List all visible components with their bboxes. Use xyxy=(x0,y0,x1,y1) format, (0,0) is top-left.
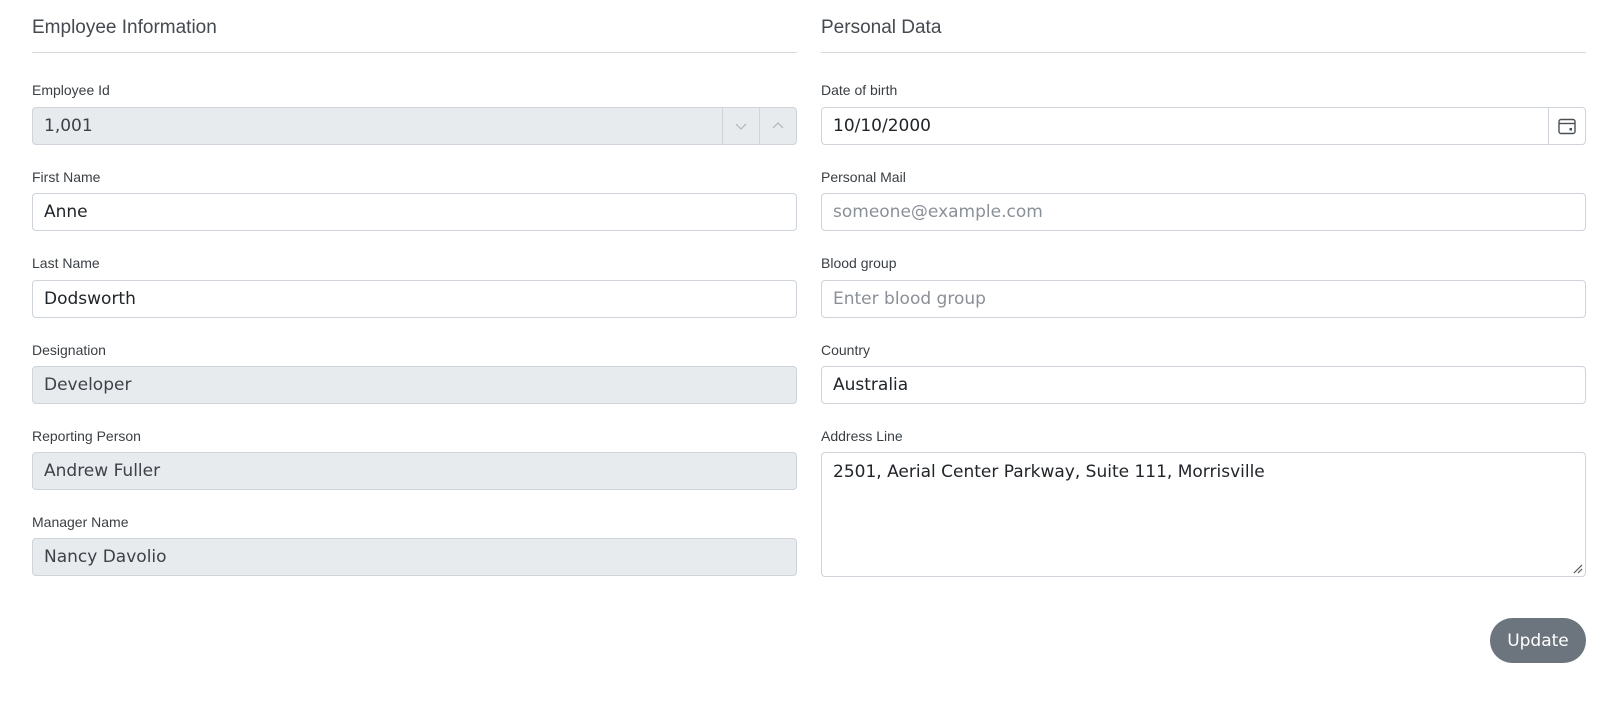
date-of-birth-input[interactable]: 10/10/2000 xyxy=(821,107,1586,145)
manager-name-field: Nancy Davolio xyxy=(32,538,797,576)
blood-group-input[interactable]: Enter blood group xyxy=(821,280,1586,318)
employee-information-section: Employee Information Employee Id 1,001 F… xyxy=(32,0,797,576)
reporting-person-field: Andrew Fuller xyxy=(32,452,797,490)
personal-data-heading: Personal Data xyxy=(821,0,1586,53)
date-of-birth-label: Date of birth xyxy=(821,82,898,98)
address-line-textarea[interactable]: 2501, Aerial Center Parkway, Suite 111, … xyxy=(821,452,1586,577)
first-name-label: First Name xyxy=(32,169,101,185)
manager-name-label: Manager Name xyxy=(32,514,129,530)
address-line-label: Address Line xyxy=(821,428,903,444)
first-name-value: Anne xyxy=(44,202,88,222)
update-button[interactable]: Update xyxy=(1490,618,1586,663)
personal-mail-placeholder: someone@example.com xyxy=(833,202,1043,222)
date-picker-button[interactable] xyxy=(1548,108,1585,144)
employee-information-heading: Employee Information xyxy=(32,0,797,53)
blood-group-label: Blood group xyxy=(821,255,897,271)
manager-name-value: Nancy Davolio xyxy=(44,547,167,567)
reporting-person-label: Reporting Person xyxy=(32,428,141,444)
employee-id-value: 1,001 xyxy=(44,116,93,136)
country-input[interactable]: Australia xyxy=(821,366,1586,404)
spin-up-button xyxy=(759,108,796,144)
designation-label: Designation xyxy=(32,342,106,358)
blood-group-placeholder: Enter blood group xyxy=(833,289,986,309)
designation-field: Developer xyxy=(32,366,797,404)
first-name-input[interactable]: Anne xyxy=(32,193,797,231)
chevron-down-icon xyxy=(735,123,747,130)
last-name-input[interactable]: Dodsworth xyxy=(32,280,797,318)
employee-id-label: Employee Id xyxy=(32,82,110,98)
date-of-birth-value: 10/10/2000 xyxy=(833,116,931,136)
country-label: Country xyxy=(821,342,871,358)
employee-id-spinner xyxy=(722,108,796,144)
personal-mail-label: Personal Mail xyxy=(821,169,906,185)
calendar-icon xyxy=(1558,118,1576,135)
last-name-label: Last Name xyxy=(32,255,100,271)
personal-mail-input[interactable]: someone@example.com xyxy=(821,193,1586,231)
last-name-value: Dodsworth xyxy=(44,289,136,309)
address-line-value: 2501, Aerial Center Parkway, Suite 111, … xyxy=(833,462,1265,482)
employee-id-field: 1,001 xyxy=(32,107,797,145)
resize-grip-icon[interactable] xyxy=(1571,562,1583,574)
spin-down-button xyxy=(722,108,759,144)
country-value: Australia xyxy=(833,375,909,395)
personal-data-section: Personal Data Date of birth 10/10/2000 P… xyxy=(821,0,1586,577)
chevron-up-icon xyxy=(772,122,784,129)
designation-value: Developer xyxy=(44,375,132,395)
reporting-person-value: Andrew Fuller xyxy=(44,461,161,481)
